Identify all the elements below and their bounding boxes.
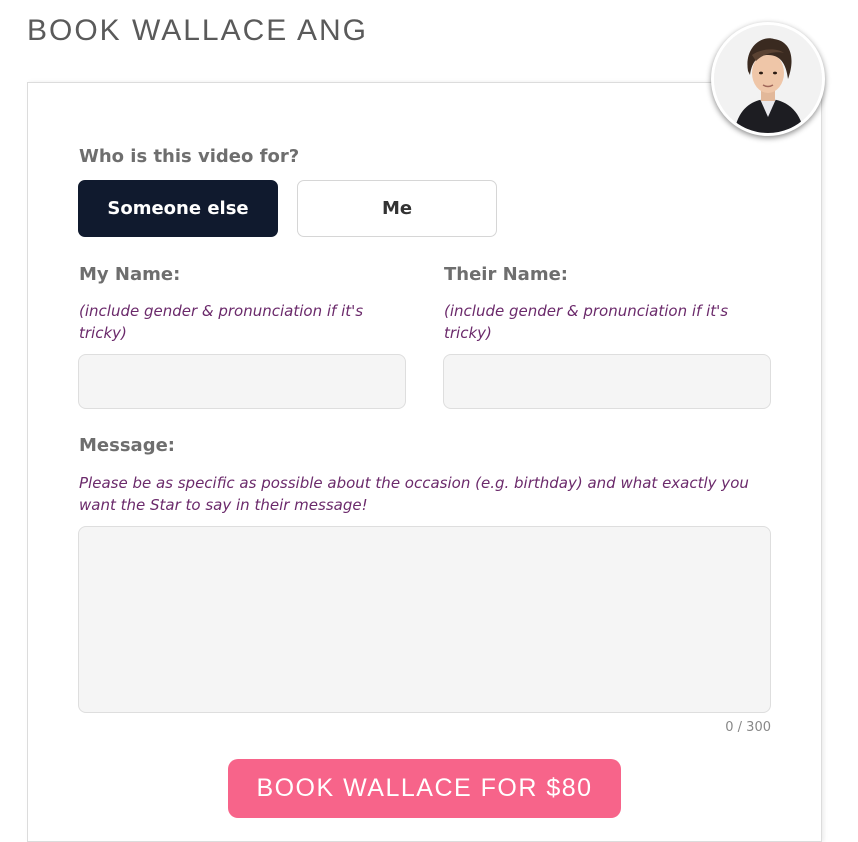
their-name-label: Their Name: [444, 264, 568, 285]
message-textarea[interactable] [78, 526, 771, 713]
recipient-question: Who is this video for? [79, 146, 300, 167]
message-label: Message: [79, 435, 175, 456]
me-button[interactable]: Me [297, 180, 497, 237]
my-name-input[interactable] [78, 354, 406, 409]
message-hint: Please be as specific as possible about … [79, 474, 749, 514]
avatar [711, 22, 825, 136]
book-button[interactable]: BOOK WALLACE FOR $80 [228, 759, 621, 818]
page-title: BOOK WALLACE ANG [27, 14, 368, 47]
person-photo-icon [714, 25, 822, 133]
their-name-hint: (include gender & pronunciation if it's … [444, 302, 729, 342]
my-name-hint: (include gender & pronunciation if it's … [79, 302, 364, 342]
my-name-label: My Name: [79, 264, 181, 285]
their-name-input[interactable] [443, 354, 771, 409]
someone-else-button[interactable]: Someone else [78, 180, 278, 237]
message-char-counter: 0 / 300 [725, 720, 771, 735]
